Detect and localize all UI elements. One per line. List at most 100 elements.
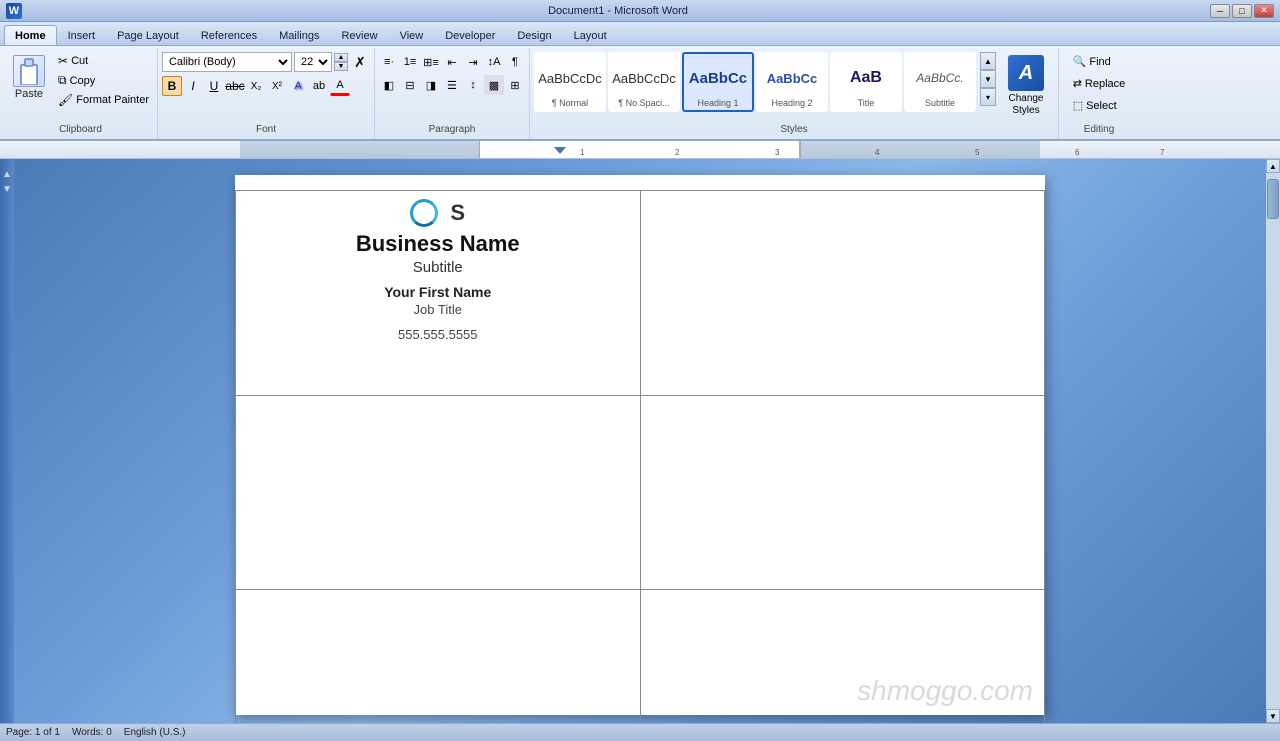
decrease-indent-button[interactable]: ⇤ bbox=[442, 52, 462, 72]
font-content: Calibri (Body) Arial Times New Roman 22 … bbox=[162, 50, 370, 122]
font-group: Calibri (Body) Arial Times New Roman 22 … bbox=[158, 48, 375, 139]
top-right-cell[interactable] bbox=[640, 191, 1045, 396]
select-button[interactable]: ⬚ Select bbox=[1068, 96, 1122, 115]
align-right-button[interactable]: ◨ bbox=[421, 75, 441, 95]
sidebar-arrow-up[interactable]: ▲ bbox=[2, 169, 12, 180]
increase-indent-button[interactable]: ⇥ bbox=[463, 52, 483, 72]
ruler-mark-3: 3 bbox=[775, 148, 779, 157]
right-scrollbar: ▲ ▼ bbox=[1266, 159, 1280, 723]
phone-number[interactable]: 555.555.5555 bbox=[244, 327, 632, 342]
app-icon: W bbox=[6, 3, 22, 19]
bot-right-cell[interactable] bbox=[640, 589, 1045, 723]
scissors-icon: ✂ bbox=[58, 54, 68, 68]
mid-left-cell[interactable] bbox=[236, 395, 641, 589]
italic-button[interactable]: I bbox=[183, 76, 203, 96]
maximize-button[interactable]: □ bbox=[1232, 4, 1252, 18]
change-styles-button[interactable]: A ChangeStyles bbox=[998, 52, 1054, 120]
ruler-mark-4: 4 bbox=[875, 148, 879, 157]
sort-button[interactable]: ↕A bbox=[484, 52, 504, 72]
style-subtitle[interactable]: AaBbCc. Subtitle bbox=[904, 52, 976, 112]
paste-label: Paste bbox=[15, 88, 43, 100]
styles-expand[interactable]: ▾ bbox=[980, 88, 996, 106]
copy-button[interactable]: ⧉ Copy bbox=[54, 71, 153, 90]
tab-developer[interactable]: Developer bbox=[434, 25, 506, 45]
document-canvas[interactable]: S Business Name Subtitle Your First Name… bbox=[14, 159, 1266, 723]
text-highlight-button[interactable]: ab bbox=[309, 76, 329, 96]
bot-left-cell[interactable] bbox=[236, 589, 641, 723]
tab-view[interactable]: View bbox=[389, 25, 435, 45]
style-heading2[interactable]: AaBbCc Heading 2 bbox=[756, 52, 828, 112]
sidebar-arrow-down[interactable]: ▼ bbox=[2, 184, 12, 195]
cut-button[interactable]: ✂ Cut bbox=[54, 52, 153, 70]
numbering-button[interactable]: 1≡ bbox=[400, 52, 420, 72]
ruler-mark-1: 1 bbox=[580, 148, 584, 157]
align-center-button[interactable]: ⊟ bbox=[400, 75, 420, 95]
style-normal[interactable]: AaBbCcDc ¶ Normal bbox=[534, 52, 606, 112]
scroll-down-button[interactable]: ▼ bbox=[1266, 709, 1280, 723]
style-title-text: AaB bbox=[850, 69, 882, 87]
minimize-button[interactable]: ─ bbox=[1210, 4, 1230, 18]
scrollbar-thumb[interactable] bbox=[1267, 179, 1279, 219]
replace-button[interactable]: ⇄ Replace bbox=[1068, 74, 1131, 93]
bullets-button[interactable]: ≡· bbox=[379, 52, 399, 72]
tab-references[interactable]: References bbox=[190, 25, 268, 45]
close-button[interactable]: ✕ bbox=[1254, 4, 1274, 18]
styles-scroll-down[interactable]: ▼ bbox=[980, 70, 996, 88]
scrollbar-track[interactable]: ▲ ▼ bbox=[1266, 159, 1280, 723]
font-size-decrease[interactable]: ▼ bbox=[334, 62, 348, 71]
clear-formatting-button[interactable]: ✗ bbox=[350, 52, 370, 72]
align-left-button[interactable]: ◧ bbox=[379, 75, 399, 95]
bold-button[interactable]: B bbox=[162, 76, 182, 96]
tab-layout[interactable]: Layout bbox=[563, 25, 618, 45]
find-button[interactable]: 🔍 Find bbox=[1068, 52, 1116, 71]
style-normal-preview: AaBbCcDc bbox=[538, 58, 602, 98]
paragraph-label: Paragraph bbox=[429, 122, 476, 137]
font-color-button[interactable]: A bbox=[330, 76, 350, 96]
tab-pagelayout[interactable]: Page Layout bbox=[106, 25, 190, 45]
line-spacing-button[interactable]: ↕ bbox=[463, 75, 483, 95]
font-name-select[interactable]: Calibri (Body) Arial Times New Roman bbox=[162, 52, 292, 72]
justify-button[interactable]: ☰ bbox=[442, 75, 462, 95]
person-name[interactable]: Your First Name bbox=[244, 284, 632, 300]
shading-button[interactable]: ▩ bbox=[484, 75, 504, 95]
change-styles-icon: A bbox=[1008, 55, 1044, 91]
subscript-button[interactable]: X₂ bbox=[246, 76, 266, 96]
tab-design[interactable]: Design bbox=[506, 25, 562, 45]
format-painter-button[interactable]: 🖌 Format Painter bbox=[54, 91, 153, 109]
multilevel-list-button[interactable]: ⊞≡ bbox=[421, 52, 441, 72]
styles-scroll-up[interactable]: ▲ bbox=[980, 52, 996, 70]
business-card-main[interactable]: S Business Name Subtitle Your First Name… bbox=[236, 191, 641, 396]
paste-button[interactable]: Paste bbox=[8, 52, 50, 103]
styles-nav: ▲ ▼ ▾ bbox=[980, 52, 996, 106]
styles-content: AaBbCcDc ¶ Normal AaBbCcDc ¶ No Spaci...… bbox=[534, 50, 1054, 122]
style-heading1[interactable]: AaBbCc Heading 1 bbox=[682, 52, 754, 112]
style-no-spacing[interactable]: AaBbCcDc ¶ No Spaci... bbox=[608, 52, 680, 112]
job-title[interactable]: Job Title bbox=[244, 302, 632, 317]
tab-mailings[interactable]: Mailings bbox=[268, 25, 330, 45]
title-bar: W Document1 - Microsoft Word ─ □ ✕ bbox=[0, 0, 1280, 22]
strikethrough-button[interactable]: abc bbox=[225, 76, 245, 96]
scroll-up-button[interactable]: ▲ bbox=[1266, 159, 1280, 173]
style-heading2-label: Heading 2 bbox=[771, 98, 812, 108]
show-formatting-button[interactable]: ¶ bbox=[505, 52, 525, 72]
business-card-table: S Business Name Subtitle Your First Name… bbox=[235, 190, 1045, 723]
business-name[interactable]: Business Name bbox=[244, 231, 632, 257]
tab-insert[interactable]: Insert bbox=[57, 25, 107, 45]
main-area: ▲ ▼ S Business Name Subtitle Your First … bbox=[0, 159, 1280, 723]
business-subtitle[interactable]: Subtitle bbox=[244, 259, 632, 276]
tab-home[interactable]: Home bbox=[4, 25, 57, 45]
tab-review[interactable]: Review bbox=[330, 25, 388, 45]
format-btns-row: B I U abc X₂ X² A ab A bbox=[162, 76, 350, 96]
copy-icon: ⧉ bbox=[58, 73, 67, 88]
font-size-increase[interactable]: ▲ bbox=[334, 53, 348, 62]
superscript-button[interactable]: X² bbox=[267, 76, 287, 96]
style-heading1-preview: AaBbCc bbox=[686, 58, 750, 98]
editing-label: Editing bbox=[1084, 122, 1115, 137]
left-sidebar: ▲ ▼ bbox=[0, 159, 14, 723]
text-effects-button[interactable]: A bbox=[288, 76, 308, 96]
borders-button[interactable]: ⊞ bbox=[505, 75, 525, 95]
mid-right-cell[interactable] bbox=[640, 395, 1045, 589]
font-size-select[interactable]: 22 89101112 1416182024 bbox=[294, 52, 332, 72]
style-title[interactable]: AaB Title bbox=[830, 52, 902, 112]
underline-button[interactable]: U bbox=[204, 76, 224, 96]
